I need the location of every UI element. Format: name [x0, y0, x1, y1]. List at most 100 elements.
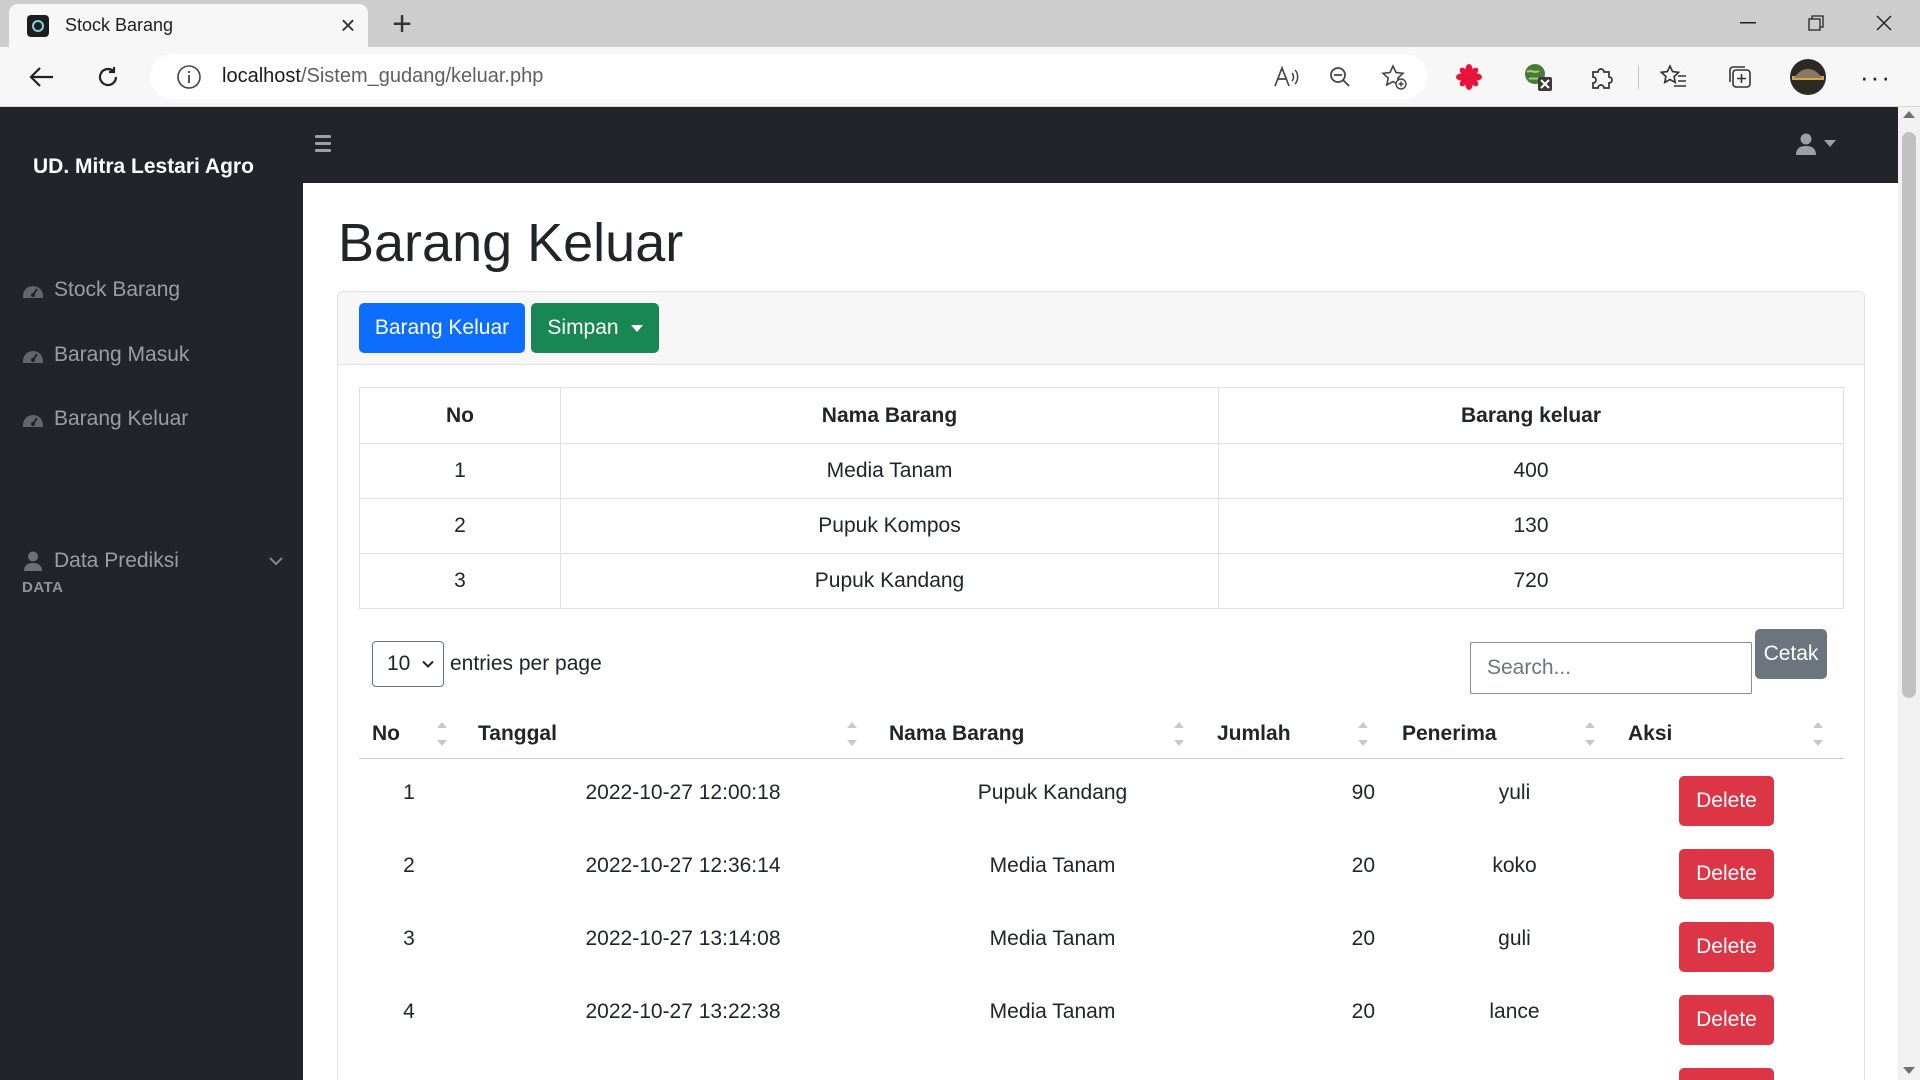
simpan-dropdown-button[interactable]: Simpan: [531, 303, 659, 353]
summary-cell-jumlah: 400: [1218, 443, 1844, 499]
browser-toolbar: localhost/Sistem_gudang/keluar.php ···: [0, 47, 1920, 107]
cell-no: 3: [403, 927, 415, 950]
col-no-label: No: [372, 722, 400, 745]
sort-icon[interactable]: [1813, 720, 1823, 748]
entries-per-page-select[interactable]: 10: [372, 641, 444, 687]
restore-icon[interactable]: [1782, 0, 1850, 46]
col-nama-barang[interactable]: Nama Barang: [889, 710, 1024, 758]
simpan-label: Simpan: [547, 316, 619, 339]
summary-header-row: No Nama Barang Barang keluar: [359, 387, 1844, 444]
sort-icon[interactable]: [1174, 720, 1184, 748]
cell-jumlah: 20: [1217, 987, 1401, 1037]
tab-close-icon[interactable]: ×: [328, 10, 368, 41]
sort-icon[interactable]: [1585, 720, 1595, 748]
cell-tanggal: 2022-10-27 12:00:18: [585, 781, 781, 804]
sidebar: UD. Mitra Lestari Agro Stock Barang Bara…: [0, 107, 303, 1080]
cell-jumlah-value: 90: [1351, 781, 1375, 804]
sidebar-item-label: Barang Masuk: [54, 343, 190, 366]
entries-label: entries per page: [450, 652, 602, 675]
reload-icon[interactable]: [86, 55, 130, 99]
cell-nama-barang: Media Tanam: [989, 854, 1116, 877]
address-bar[interactable]: localhost/Sistem_gudang/keluar.php: [150, 54, 1427, 99]
favorites-icon[interactable]: [1652, 55, 1696, 99]
tachometer-icon: [22, 408, 44, 430]
scroll-thumb[interactable]: [1902, 132, 1916, 698]
col-aksi-label: Aksi: [1628, 722, 1673, 745]
barang-keluar-button[interactable]: Barang Keluar: [359, 303, 525, 353]
minimize-icon[interactable]: [1714, 0, 1782, 46]
new-tab-icon[interactable]: +: [382, 4, 422, 44]
sidebar-item-barang-masuk[interactable]: Barang Masuk: [22, 335, 189, 375]
zoom-out-icon[interactable]: [1313, 54, 1367, 99]
col-jumlah[interactable]: Jumlah: [1217, 710, 1291, 758]
extension-asterisk-icon[interactable]: [1447, 55, 1491, 99]
add-favorite-icon[interactable]: [1367, 54, 1421, 99]
tachometer-icon: [22, 344, 44, 366]
cell-penerima: yuli: [1498, 781, 1531, 804]
summary-cell-nama: Pupuk Kandang: [560, 553, 1219, 609]
table-row-partial: [359, 1060, 1844, 1080]
summary-cell-no: 2: [359, 498, 561, 554]
chevron-down-icon[interactable]: [268, 553, 284, 569]
main-content: Barang Keluar Barang Keluar Simpan No Na…: [303, 183, 1898, 1080]
sidebar-item-data-prediksi[interactable]: Data Prediksi: [22, 541, 287, 581]
col-tanggal[interactable]: Tanggal: [478, 710, 557, 758]
col-penerima[interactable]: Penerima: [1402, 710, 1497, 758]
cell-jumlah: 20: [1217, 914, 1401, 964]
page-viewport: UD. Mitra Lestari Agro Stock Barang Bara…: [0, 107, 1898, 1080]
entries-control: 10 entries per page: [372, 641, 602, 687]
cell-tanggal: 2022-10-27 12:36:14: [585, 854, 781, 877]
cell-penerima: lance: [1489, 1000, 1540, 1023]
back-arrow-icon[interactable]: [20, 55, 64, 99]
profile-avatar[interactable]: [1786, 55, 1830, 99]
col-aksi[interactable]: Aksi: [1628, 710, 1672, 758]
summary-cell-nama: Pupuk Kompos: [560, 498, 1219, 554]
delete-button-partial[interactable]: [1679, 1068, 1774, 1080]
user-dropdown[interactable]: [1796, 133, 1836, 155]
chevron-down-icon: [422, 660, 435, 668]
cell-no: 1: [403, 781, 415, 804]
sort-icon[interactable]: [847, 720, 857, 748]
card-header: Barang Keluar Simpan: [338, 292, 1864, 365]
entries-value: 10: [387, 652, 411, 675]
hamburger-menu-icon[interactable]: [315, 131, 339, 155]
delete-button[interactable]: Delete: [1679, 849, 1774, 899]
window-close-icon[interactable]: [1850, 0, 1918, 46]
extension-globe-icon[interactable]: [1516, 55, 1560, 99]
summary-col-barang-keluar: Barang keluar: [1218, 387, 1844, 444]
delete-button[interactable]: Delete: [1679, 776, 1774, 826]
collections-icon[interactable]: [1718, 55, 1762, 99]
summary-col-no: No: [359, 387, 561, 444]
sidebar-item-stock-barang[interactable]: Stock Barang: [22, 270, 180, 310]
search-input[interactable]: [1470, 642, 1752, 694]
toolbar-separator: [1638, 65, 1639, 89]
cell-jumlah-value: 20: [1351, 1000, 1375, 1023]
scroll-up-arrow-icon[interactable]: [1903, 111, 1915, 118]
cell-jumlah-value: 20: [1351, 927, 1375, 950]
summary-cell-no: 1: [359, 443, 561, 499]
extensions-puzzle-icon[interactable]: [1580, 55, 1624, 99]
datatable-header: No Tanggal Nama Barang Jumlah Penerima A…: [359, 710, 1844, 759]
delete-button[interactable]: Delete: [1679, 922, 1774, 972]
browser-tab[interactable]: Stock Barang ×: [9, 4, 368, 47]
table-row: 3 Pupuk Kandang 720: [359, 553, 1844, 609]
col-no[interactable]: No: [372, 710, 400, 758]
summary-col-nama-barang: Nama Barang: [560, 387, 1219, 444]
delete-button[interactable]: Delete: [1679, 995, 1774, 1045]
sidebar-brand[interactable]: UD. Mitra Lestari Agro: [33, 153, 273, 180]
tachometer-icon: [22, 279, 44, 301]
sort-icon[interactable]: [437, 720, 447, 748]
scroll-down-arrow-icon[interactable]: [1903, 1067, 1915, 1074]
read-aloud-icon[interactable]: [1259, 54, 1313, 99]
cell-no: 2: [403, 854, 415, 877]
cetak-button[interactable]: Cetak: [1755, 629, 1827, 679]
page-scrollbar[interactable]: [1898, 107, 1920, 1080]
site-info-icon[interactable]: [176, 64, 202, 90]
sidebar-item-barang-keluar[interactable]: Barang Keluar: [22, 399, 188, 439]
browser-tabstrip: Stock Barang × +: [0, 0, 1920, 47]
site-favicon-icon: [27, 14, 49, 37]
more-options-icon[interactable]: ···: [1854, 55, 1898, 99]
sidebar-item-label: Barang Keluar: [54, 407, 189, 430]
sort-icon[interactable]: [1358, 720, 1368, 748]
cell-penerima: guli: [1498, 927, 1531, 950]
